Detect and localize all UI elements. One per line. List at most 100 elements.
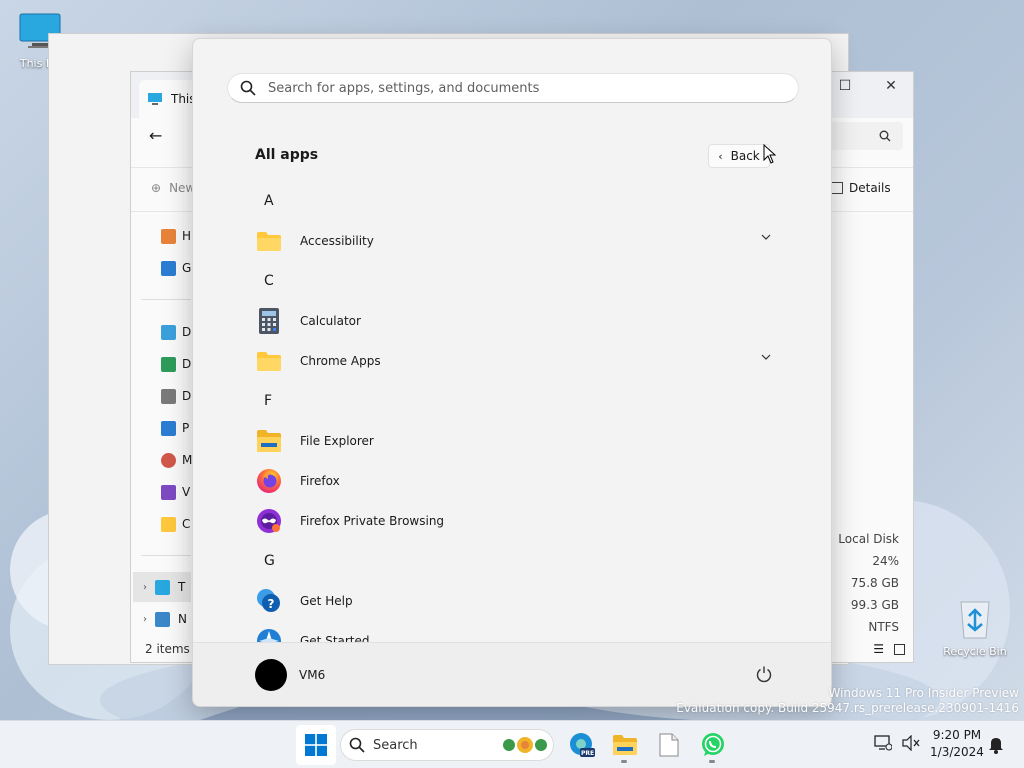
taskbar-notepad[interactable] bbox=[651, 727, 687, 763]
taskbar-clock[interactable]: 9:20 PM 1/3/2024 bbox=[922, 727, 992, 761]
desktop-icon-recycle-bin[interactable]: Recycle Bin bbox=[935, 598, 1015, 658]
documents-icon bbox=[161, 388, 176, 404]
letter-header[interactable]: F bbox=[193, 381, 831, 421]
videos-icon bbox=[161, 484, 176, 500]
folder-icon bbox=[161, 516, 176, 532]
app-get-help[interactable]: ? Get Help bbox=[193, 581, 831, 621]
nav-label: C bbox=[182, 517, 191, 531]
network-monitor-icon[interactable] bbox=[874, 735, 892, 751]
chevron-down-icon[interactable] bbox=[761, 354, 771, 360]
blank-document-icon bbox=[659, 733, 679, 757]
windows-logo-icon bbox=[305, 734, 327, 756]
file-explorer-icon bbox=[255, 427, 283, 455]
nav-label: D bbox=[182, 325, 192, 339]
this-pc-icon bbox=[155, 579, 170, 595]
details-button[interactable]: Details bbox=[831, 181, 891, 195]
explorer-search-box[interactable] bbox=[823, 122, 903, 150]
letter-header[interactable]: C bbox=[193, 261, 831, 301]
expand-chevron-icon[interactable]: › bbox=[143, 614, 147, 625]
chevron-left-icon: ‹ bbox=[718, 149, 723, 163]
start-search-box[interactable] bbox=[227, 73, 799, 103]
pictures-icon bbox=[161, 420, 176, 436]
app-firefox-private[interactable]: Firefox Private Browsing bbox=[193, 501, 831, 541]
app-calculator[interactable]: Calculator bbox=[193, 301, 831, 341]
nav-item-this-pc[interactable]: › T bbox=[133, 572, 191, 602]
firefox-private-icon bbox=[255, 507, 283, 535]
search-icon bbox=[349, 737, 365, 753]
details-pane-icon bbox=[831, 182, 843, 194]
nav-item-downloads[interactable]: D bbox=[161, 354, 191, 374]
taskbar-whatsapp[interactable] bbox=[695, 727, 731, 763]
nav-divider bbox=[141, 299, 191, 300]
drive-percent-used: 24% bbox=[872, 554, 899, 568]
app-file-explorer[interactable]: File Explorer bbox=[193, 421, 831, 461]
nav-item-documents[interactable]: D bbox=[161, 386, 191, 406]
taskbar-edge-preview[interactable]: PRE bbox=[564, 727, 600, 763]
drive-total-size: 99.3 GB bbox=[850, 598, 899, 612]
nav-item-gallery[interactable]: G bbox=[161, 258, 191, 278]
all-apps-list: A Accessibility C Calculator Chrome Apps… bbox=[193, 181, 831, 643]
drive-type: Local Disk bbox=[838, 532, 899, 546]
search-icon bbox=[879, 130, 891, 142]
folder-icon bbox=[255, 227, 283, 255]
nav-item-network[interactable]: › N bbox=[133, 604, 191, 634]
volume-muted-icon[interactable] bbox=[902, 735, 920, 751]
taskbar-file-explorer[interactable] bbox=[607, 727, 643, 763]
downloads-icon bbox=[161, 356, 176, 372]
this-pc-icon bbox=[148, 93, 162, 105]
taskbar-search-label: Search bbox=[373, 737, 418, 753]
app-firefox[interactable]: Firefox bbox=[193, 461, 831, 501]
new-button[interactable]: ⊕ New bbox=[151, 181, 195, 195]
watermark-build: Evaluation copy. Build 25947.rs_prerelea… bbox=[676, 701, 1019, 715]
back-label: Back bbox=[730, 149, 760, 163]
close-button[interactable]: ✕ bbox=[873, 78, 909, 102]
nav-label: G bbox=[182, 261, 192, 275]
nav-label: N bbox=[178, 612, 187, 626]
get-help-icon: ? bbox=[255, 587, 283, 615]
calculator-icon bbox=[255, 307, 283, 335]
drive-filesystem: NTFS bbox=[868, 620, 899, 634]
desktop-icon-label: Recycle Bin bbox=[943, 645, 1007, 658]
app-name: Chrome Apps bbox=[300, 354, 381, 368]
nav-label: M bbox=[182, 453, 193, 467]
maximize-button[interactable]: ☐ bbox=[827, 78, 863, 102]
nav-item-videos[interactable]: V bbox=[161, 482, 191, 502]
nav-label: D bbox=[182, 389, 192, 403]
app-name: File Explorer bbox=[300, 434, 374, 448]
taskbar: Search PRE 9:20 PM 1/3/2024 bbox=[0, 720, 1024, 768]
list-view-icon[interactable]: ☰ bbox=[873, 642, 884, 656]
start-button[interactable] bbox=[296, 725, 336, 765]
letter-header[interactable]: G bbox=[193, 541, 831, 581]
start-search-input[interactable] bbox=[268, 80, 768, 96]
app-accessibility[interactable]: Accessibility bbox=[193, 221, 831, 261]
app-chrome-apps[interactable]: Chrome Apps bbox=[193, 341, 831, 381]
desktop-folder-icon bbox=[161, 324, 176, 340]
nav-item-music[interactable]: M bbox=[161, 450, 193, 470]
nav-item-folder[interactable]: C bbox=[161, 514, 191, 534]
plus-icon: ⊕ bbox=[151, 181, 162, 195]
start-menu: All apps ‹ Back A Accessibility C Calcul… bbox=[192, 38, 832, 707]
chevron-down-icon[interactable] bbox=[761, 234, 771, 240]
notification-bell-icon[interactable] bbox=[988, 736, 1004, 754]
nav-item-home[interactable]: H bbox=[161, 226, 191, 246]
expand-chevron-icon[interactable]: › bbox=[143, 582, 147, 593]
power-icon[interactable] bbox=[755, 665, 773, 683]
user-account-button[interactable]: VM6 bbox=[255, 659, 325, 691]
svg-text:PRE: PRE bbox=[581, 750, 594, 757]
tiles-view-icon[interactable] bbox=[894, 644, 905, 655]
nav-item-desktop[interactable]: D bbox=[161, 322, 191, 342]
running-indicator bbox=[621, 760, 627, 763]
status-bar-count: 2 items bbox=[145, 642, 190, 656]
music-icon bbox=[161, 452, 176, 468]
get-started-icon bbox=[255, 627, 283, 643]
app-get-started[interactable]: Get Started bbox=[193, 621, 831, 643]
system-tray bbox=[874, 735, 920, 751]
watermark-edition: Windows 11 Pro Insider Preview bbox=[828, 686, 1019, 700]
nav-item-pictures[interactable]: P bbox=[161, 418, 191, 438]
back-arrow-icon[interactable]: ← bbox=[149, 126, 162, 145]
back-button[interactable]: ‹ Back bbox=[708, 144, 770, 168]
taskbar-search[interactable]: Search bbox=[340, 729, 554, 761]
folder-icon bbox=[255, 347, 283, 375]
letter-header[interactable]: A bbox=[193, 181, 831, 221]
nav-label: P bbox=[182, 421, 190, 435]
